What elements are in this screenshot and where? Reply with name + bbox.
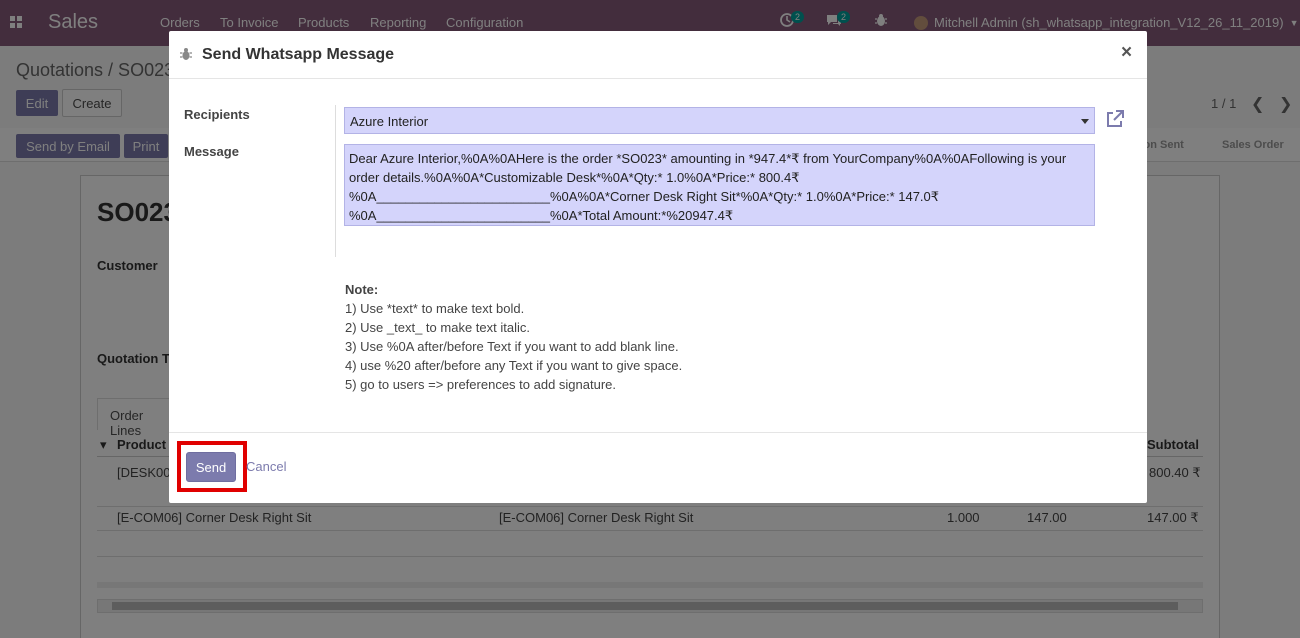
note-line: 3) Use %0A after/before Text if you want… xyxy=(345,339,679,354)
field-separator xyxy=(335,105,336,257)
message-label: Message xyxy=(184,144,239,159)
note-line: 5) go to users => preferences to add sig… xyxy=(345,377,617,392)
bug-icon xyxy=(180,48,192,60)
external-link-icon[interactable] xyxy=(1105,109,1125,129)
note-line: 4) use %20 after/before any Text if you … xyxy=(345,358,683,373)
modal-header: Send Whatsapp Message × xyxy=(169,31,1147,79)
recipients-select[interactable]: Azure Interior xyxy=(344,107,1095,134)
modal-title: Send Whatsapp Message xyxy=(202,46,395,63)
send-button[interactable]: Send xyxy=(186,452,236,482)
send-whatsapp-dialog: Send Whatsapp Message × Recipients Messa… xyxy=(169,31,1147,503)
note-line: 2) Use _text_ to make text italic. xyxy=(345,320,530,335)
note-line: 1) Use *text* to make text bold. xyxy=(345,301,525,316)
cancel-link[interactable]: Cancel xyxy=(246,459,286,474)
message-textarea[interactable]: Dear Azure Interior,%0A%0AHere is the or… xyxy=(344,144,1095,226)
dropdown-caret-icon[interactable] xyxy=(1081,119,1089,124)
modal-footer: Send Cancel xyxy=(169,432,1147,503)
close-icon[interactable]: × xyxy=(1121,42,1132,64)
recipients-label: Recipients xyxy=(184,107,250,122)
notes-block: Note: 1) Use *text* to make text bold. 2… xyxy=(345,280,682,394)
note-title: Note: xyxy=(345,282,379,297)
recipients-value: Azure Interior xyxy=(350,114,429,129)
